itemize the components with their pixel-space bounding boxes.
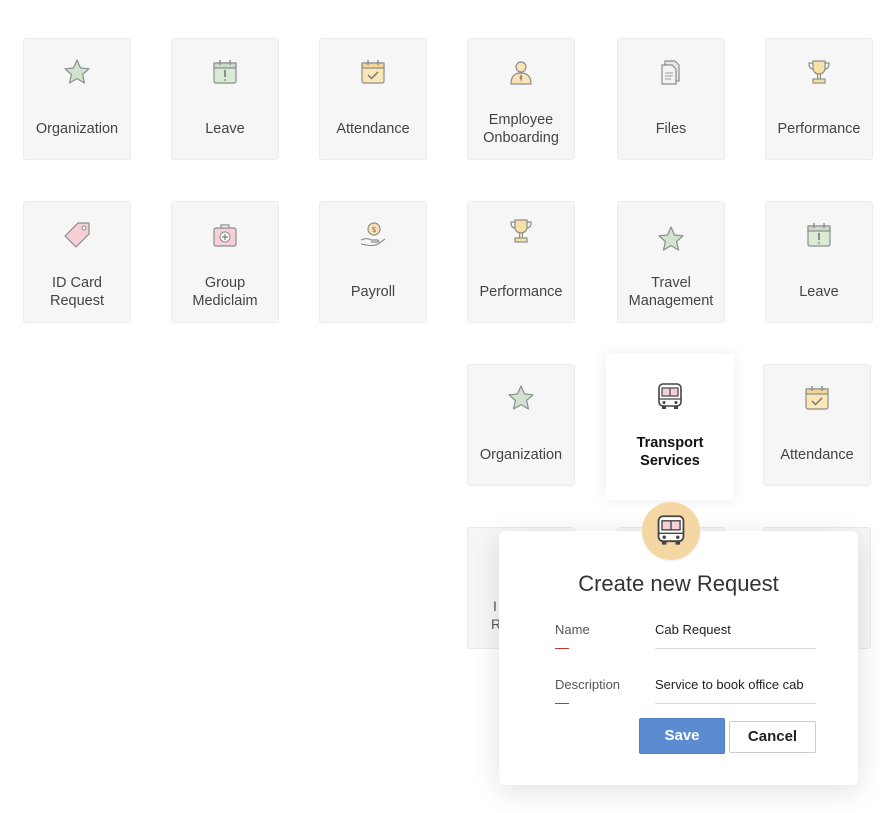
name-field: Name xyxy=(555,622,816,650)
description-field: Description xyxy=(555,677,816,705)
tile-label: Leave xyxy=(205,121,245,137)
tile-attendance[interactable]: Attendance xyxy=(763,364,871,486)
bus-icon xyxy=(642,502,700,560)
tile-label: Group Mediclaim xyxy=(192,275,258,309)
calendar-exclamation-icon xyxy=(210,57,240,87)
star-icon xyxy=(62,57,92,87)
tile-leave[interactable]: Leave xyxy=(171,38,279,160)
svg-text:$: $ xyxy=(371,225,376,234)
name-input[interactable] xyxy=(655,622,815,637)
tile-label: Payroll xyxy=(350,284,396,300)
tag-icon xyxy=(62,220,92,250)
tile-label: Performance xyxy=(777,121,861,137)
trophy-icon xyxy=(506,216,536,246)
tile-label: Files xyxy=(655,121,687,137)
medical-kit-icon xyxy=(210,220,240,250)
tile-leave[interactable]: Leave xyxy=(765,201,873,323)
tile-files[interactable]: Files xyxy=(617,38,725,160)
description-input[interactable] xyxy=(655,677,815,692)
tile-travel-management[interactable]: Travel Management xyxy=(617,201,725,323)
tile-label: Organization xyxy=(479,447,563,463)
bus-icon xyxy=(655,382,685,412)
tile-transport-services[interactable]: Transport Services xyxy=(606,354,734,500)
description-label: Description xyxy=(555,677,621,692)
tile-label: Leave xyxy=(799,284,839,300)
tile-performance[interactable]: Performance xyxy=(765,38,873,160)
save-button[interactable]: Save xyxy=(639,718,725,754)
required-marker xyxy=(555,648,569,649)
tile-attendance[interactable]: Attendance xyxy=(319,38,427,160)
tile-payroll[interactable]: $ Payroll xyxy=(319,201,427,323)
cancel-button[interactable]: Cancel xyxy=(729,721,816,753)
tile-group-mediclaim[interactable]: Group Mediclaim xyxy=(171,201,279,323)
calendar-exclamation-icon xyxy=(804,220,834,250)
tile-label: Performance xyxy=(479,284,563,300)
name-label: Name xyxy=(555,622,590,637)
hidden-tile-text: I xyxy=(493,598,497,614)
dialog-title: Create new Request xyxy=(578,571,779,596)
tile-label: Attendance xyxy=(336,121,410,137)
files-icon xyxy=(656,57,686,87)
tile-employee-onboarding[interactable]: Employee Onboarding xyxy=(467,38,575,160)
trophy-icon xyxy=(804,57,834,87)
tile-label: ID Card Request xyxy=(49,275,104,309)
create-request-dialog: Create new Request Name Description Save… xyxy=(499,502,858,785)
field-underline xyxy=(655,703,816,704)
required-marker xyxy=(555,703,569,704)
calendar-check-icon xyxy=(802,383,832,413)
tile-id-card-request[interactable]: ID Card Request xyxy=(23,201,131,323)
tile-label: Travel Management xyxy=(628,275,714,309)
tile-label: Transport Services xyxy=(636,435,704,469)
field-underline xyxy=(655,648,816,649)
tile-label: Organization xyxy=(35,121,119,137)
calendar-check-icon xyxy=(358,57,388,87)
tile-organization[interactable]: Organization xyxy=(467,364,575,486)
tile-label: Employee Onboarding xyxy=(483,112,559,146)
tile-label: Attendance xyxy=(780,447,854,463)
tile-organization[interactable]: Organization xyxy=(23,38,131,160)
tile-performance[interactable]: Performance xyxy=(467,201,575,323)
star-icon xyxy=(656,224,686,254)
star-icon xyxy=(506,383,536,413)
person-icon xyxy=(506,57,536,87)
hand-coin-icon: $ xyxy=(358,220,388,250)
